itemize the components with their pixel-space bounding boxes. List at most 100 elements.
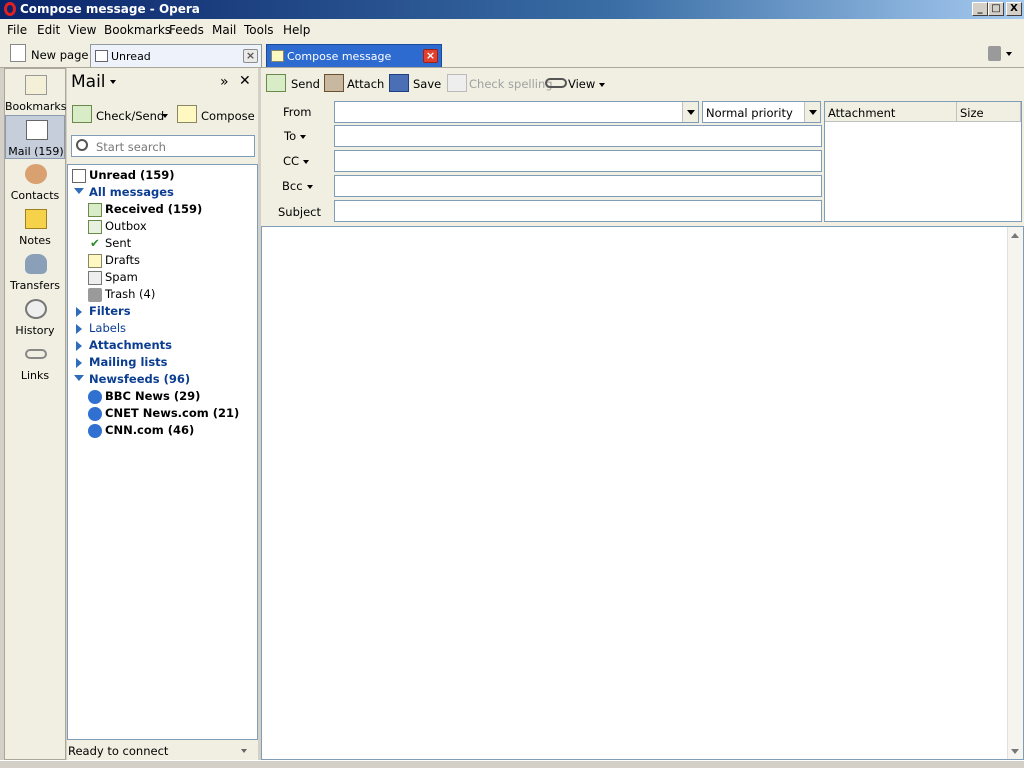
to-label[interactable]: To <box>284 129 307 143</box>
tab-unread-close-icon[interactable]: × <box>243 49 258 63</box>
maximize-button[interactable]: □ <box>988 2 1004 16</box>
tree-item-label: Mailing lists <box>89 355 168 369</box>
menu-bookmarks[interactable]: Bookmarks <box>104 23 171 37</box>
feed-globe-icon <box>88 407 102 421</box>
tab-unread[interactable]: Unread × <box>90 44 262 67</box>
sidebar-item-notes[interactable]: Notes <box>5 205 65 249</box>
to-label-text: To <box>284 129 297 143</box>
cc-label[interactable]: CC <box>283 154 310 168</box>
tab-compose-label: Compose message <box>287 50 392 63</box>
menu-view[interactable]: View <box>68 23 96 37</box>
send-label: Send <box>291 77 320 91</box>
sidebar-item-label: Contacts <box>10 189 60 202</box>
sidebar-item-transfers[interactable]: Transfers <box>5 250 65 294</box>
glasses-icon <box>545 78 567 88</box>
attach-label: Attach <box>347 77 385 91</box>
compose-button[interactable]: Compose <box>177 105 255 125</box>
window-title: Compose message - Opera <box>20 2 200 16</box>
cc-label-text: CC <box>283 154 300 168</box>
sidebar-item-mail[interactable]: Mail (159) <box>5 115 65 159</box>
trash-icon <box>88 288 102 302</box>
expand-panel-icon[interactable]: » <box>220 74 229 90</box>
to-field[interactable] <box>334 125 822 147</box>
tab-compose[interactable]: Compose message × <box>266 44 442 67</box>
new-page-button[interactable]: New page <box>8 44 90 66</box>
compose-area: Send Attach Save Check spelling View Fro… <box>261 68 1024 760</box>
spellcheck-icon <box>447 74 467 92</box>
attachment-column-header[interactable]: Attachment <box>825 102 957 122</box>
tab-compose-close-icon[interactable]: × <box>423 49 438 63</box>
expand-icon <box>76 341 82 351</box>
subject-field[interactable] <box>334 200 822 222</box>
sidebar-item-label: Bookmarks <box>5 100 67 113</box>
close-panel-icon[interactable]: ✕ <box>239 73 251 89</box>
sidebar-item-label: Links <box>20 369 50 382</box>
mail-panel: Mail » ✕ Check/Send Compose Start search… <box>67 68 258 760</box>
compose-label: Compose <box>201 109 255 123</box>
minimize-button[interactable]: _ <box>972 2 988 16</box>
spam-icon <box>88 271 102 285</box>
from-label: From <box>283 105 312 119</box>
menu-edit[interactable]: Edit <box>37 23 60 37</box>
close-window-button[interactable]: X <box>1006 2 1022 16</box>
attachment-list[interactable]: Attachment Size <box>824 101 1022 222</box>
check-send-icon <box>72 105 92 123</box>
sidebar-item-label: Notes <box>19 234 51 247</box>
menu-mail[interactable]: Mail <box>212 23 236 37</box>
message-body-editor[interactable] <box>261 226 1024 760</box>
chevron-down-icon <box>162 114 168 118</box>
drafts-icon <box>88 254 102 268</box>
trash-icon <box>988 46 1001 61</box>
tree-item-label: Received (159) <box>105 202 203 216</box>
bcc-label-text: Bcc <box>282 179 303 193</box>
check-spelling-button[interactable]: Check spelling <box>447 74 553 94</box>
opera-logo-icon <box>4 2 16 16</box>
panel-title[interactable]: Mail <box>71 72 116 92</box>
check-send-button[interactable]: Check/Send <box>72 105 168 125</box>
sidebar-item-bookmarks[interactable]: Bookmarks <box>5 71 67 115</box>
scroll-down-icon[interactable] <box>1011 749 1019 754</box>
connection-status: Ready to connect <box>68 744 169 758</box>
scroll-up-icon[interactable] <box>1011 233 1019 238</box>
chevron-down-icon[interactable] <box>241 749 247 753</box>
menu-tools[interactable]: Tools <box>244 23 274 37</box>
size-column-header[interactable]: Size <box>957 102 1021 122</box>
cc-field[interactable] <box>334 150 822 172</box>
vertical-scrollbar[interactable] <box>1007 227 1023 759</box>
bookmarks-icon <box>25 75 47 95</box>
view-label-text: View <box>568 77 596 91</box>
sidebar-item-label: History <box>15 324 55 337</box>
search-input[interactable]: Start search <box>71 135 255 157</box>
attach-button[interactable]: Attach <box>324 74 384 94</box>
sidebar-item-contacts[interactable]: Contacts <box>5 160 65 204</box>
chevron-down-icon <box>599 82 606 87</box>
menu-file[interactable]: File <box>7 23 27 37</box>
menu-help[interactable]: Help <box>283 23 310 37</box>
tree-item-label: Filters <box>89 304 131 318</box>
view-button[interactable]: View <box>545 74 606 94</box>
menu-feeds[interactable]: Feeds <box>169 23 204 37</box>
tree-item-label: Unread (159) <box>89 168 175 182</box>
save-label: Save <box>413 77 442 91</box>
tree-item-label: Attachments <box>89 338 172 352</box>
subject-label: Subject <box>278 205 321 219</box>
history-icon <box>25 299 47 319</box>
outbox-icon <box>88 220 102 234</box>
from-dropdown[interactable] <box>334 101 699 123</box>
received-icon <box>88 203 102 217</box>
priority-dropdown[interactable]: Normal priority <box>702 101 821 123</box>
tree-item-label: All messages <box>89 185 174 199</box>
sidebar-item-history[interactable]: History <box>5 295 65 339</box>
send-button[interactable]: Send <box>266 74 324 94</box>
sidebar-item-links[interactable]: Links <box>5 340 65 384</box>
view-label: View <box>568 77 606 91</box>
send-icon <box>266 74 286 92</box>
mail-icon <box>26 120 48 140</box>
transfers-icon <box>25 254 47 274</box>
trash-menu-button[interactable] <box>986 46 1016 62</box>
bcc-label[interactable]: Bcc <box>282 179 313 193</box>
save-button[interactable]: Save <box>389 74 442 94</box>
sidebar-item-label: Mail (159) <box>8 145 64 158</box>
tree-item-label: Drafts <box>105 253 140 267</box>
bcc-field[interactable] <box>334 175 822 197</box>
